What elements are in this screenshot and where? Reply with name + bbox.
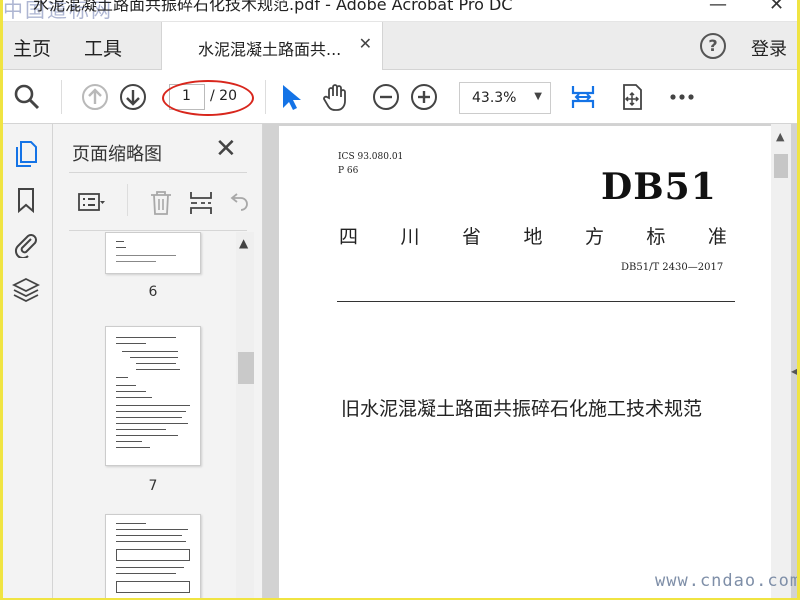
heading-char: 方 [584, 226, 604, 248]
fit-page-icon[interactable] [568, 82, 598, 112]
acrobat-window: 中国道标网 水泥混凝土路面共振碎石化技术规范.pdf - Adobe Acrob… [3, 0, 797, 598]
document-tab-label: 水泥混凝土路面共... [198, 40, 342, 59]
tab-row: 主页 工具 水泥混凝土路面共... ✕ ? 登录 [3, 22, 797, 70]
zoom-select[interactable]: 43.3% ▼ [459, 82, 551, 114]
zoom-value: 43.3% [472, 90, 517, 106]
window-close-button[interactable]: ✕ [769, 0, 784, 15]
thumbnail-scrollbar[interactable]: ▲ [236, 232, 254, 598]
window-title: 水泥混凝土路面共振碎石化技术规范.pdf - Adobe Acrobat Pro… [33, 0, 513, 14]
undo-icon[interactable] [225, 188, 253, 216]
panel-tool-divider [127, 184, 128, 216]
province-standard-heading: 四 川 省 地 方 标 准 [339, 222, 727, 249]
standard-code: DB51 [601, 166, 717, 208]
zoom-in-icon[interactable] [409, 82, 439, 112]
site-watermark: www.cndao.com [655, 571, 797, 591]
document-title: 旧水泥混凝土路面共振碎石化施工技术规范 [341, 398, 703, 420]
panel-divider [69, 230, 247, 231]
scrollbar-thumb[interactable] [238, 352, 254, 384]
p-code: P 66 [338, 166, 359, 176]
help-button[interactable]: ? [700, 33, 726, 59]
heading-char: 省 [461, 226, 481, 248]
toolbar-divider [265, 80, 266, 114]
thumbnail-list: 6 7 [53, 232, 263, 598]
navigation-rail [3, 124, 53, 598]
insert-page-icon[interactable] [187, 188, 215, 216]
rotate-view-icon[interactable] [617, 82, 647, 112]
layers-icon[interactable] [11, 276, 41, 304]
login-link[interactable]: 登录 [751, 35, 787, 61]
title-bar: 中国道标网 水泥混凝土路面共振碎石化技术规范.pdf - Adobe Acrob… [3, 0, 797, 22]
search-icon[interactable] [12, 82, 42, 112]
chevron-up-icon[interactable]: ▲ [239, 236, 248, 250]
document-view: ICS 93.080.01 P 66 DB51 四 川 省 地 方 标 准 DB… [263, 124, 797, 598]
page-up-icon[interactable] [80, 82, 110, 112]
chevron-up-icon[interactable]: ▲ [776, 130, 784, 143]
heading-char: 标 [646, 226, 666, 248]
document-tab[interactable]: 水泥混凝土路面共... ✕ [161, 22, 383, 70]
page-down-icon[interactable] [118, 82, 148, 112]
heading-char: 地 [523, 226, 543, 248]
minimize-button[interactable]: — [709, 0, 727, 15]
zoom-out-icon[interactable] [371, 82, 401, 112]
document-tab-close-button[interactable]: ✕ [359, 34, 372, 53]
standard-number: DB51/T 2430—2017 [621, 262, 724, 273]
page-thumbnails-icon[interactable] [12, 140, 40, 168]
toolbar-divider [61, 80, 62, 114]
select-cursor-icon[interactable] [277, 82, 307, 112]
thumbnail-page-6[interactable] [105, 232, 201, 274]
heading-char: 川 [400, 226, 420, 248]
thumbnail-options-icon[interactable] [77, 188, 105, 216]
panel-divider [69, 172, 247, 173]
thumbnail-label: 6 [148, 284, 158, 300]
chevron-down-icon: ▼ [534, 91, 542, 102]
hand-icon[interactable] [321, 82, 351, 112]
thumbnail-label: 7 [148, 478, 158, 494]
thumbnail-panel: 页面缩略图 ✕ 6 7 ▲ [53, 124, 263, 598]
header-rule [337, 301, 735, 302]
panel-close-button[interactable]: ✕ [215, 134, 237, 164]
thumbnail-page-7[interactable] [105, 326, 201, 466]
more-icon[interactable] [667, 82, 697, 112]
scrollbar-thumb[interactable] [774, 154, 788, 178]
ics-code: ICS 93.080.01 [338, 152, 404, 162]
tab-home[interactable]: 主页 [13, 34, 51, 61]
thumbnail-page-8[interactable] [105, 514, 201, 598]
heading-char: 准 [707, 226, 727, 248]
tab-tools[interactable]: 工具 [84, 34, 122, 61]
attachment-icon[interactable] [12, 230, 40, 260]
bookmark-icon[interactable] [12, 186, 40, 214]
panel-title: 页面缩略图 [72, 144, 162, 165]
document-page: ICS 93.080.01 P 66 DB51 四 川 省 地 方 标 准 DB… [279, 126, 771, 598]
heading-char: 四 [339, 226, 359, 248]
annotation-ring [162, 80, 254, 116]
expand-panel-icon[interactable]: ◀ [791, 364, 797, 378]
delete-page-icon[interactable] [147, 188, 175, 216]
toolbar: 1 / 20 43.3% ▼ [3, 70, 797, 124]
document-scrollbar[interactable]: ▲ [771, 124, 791, 598]
